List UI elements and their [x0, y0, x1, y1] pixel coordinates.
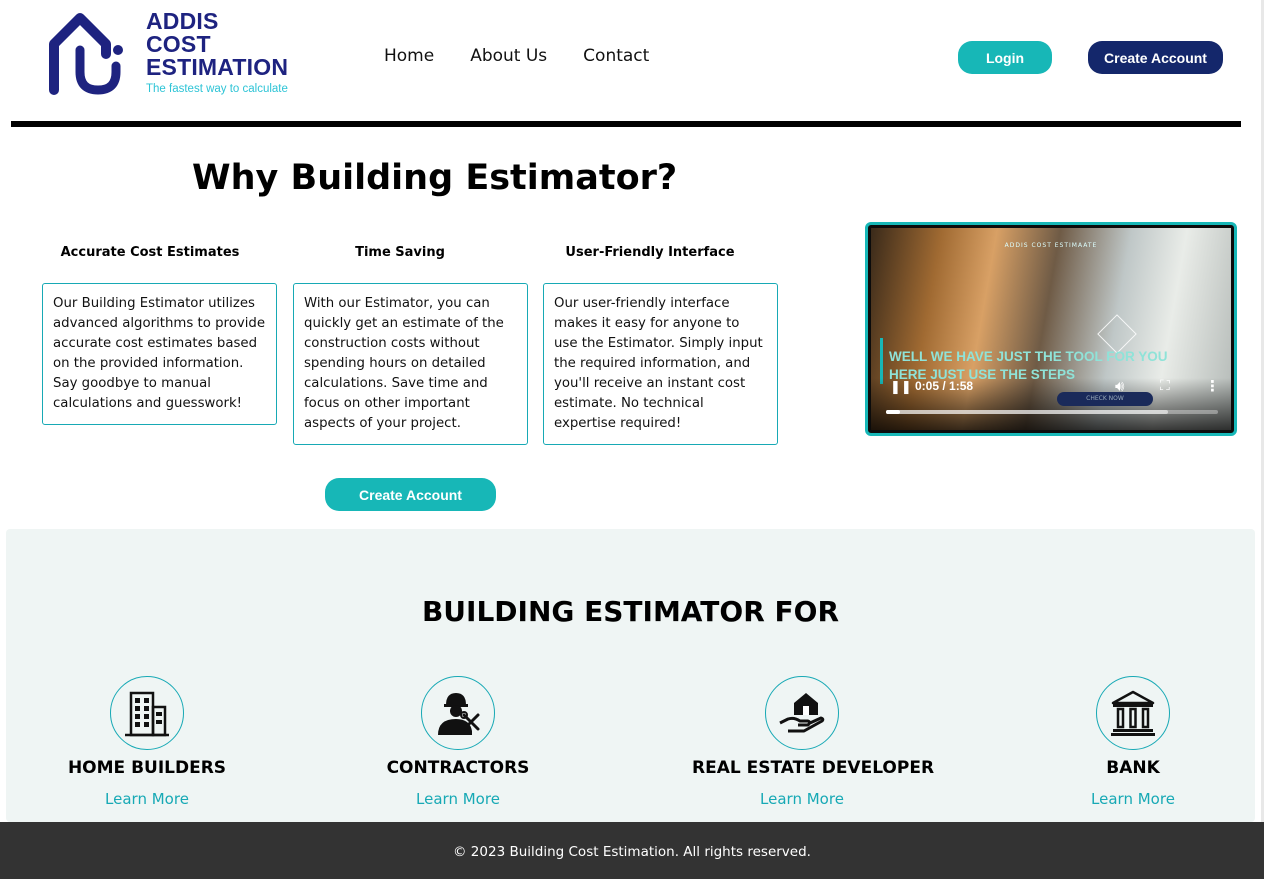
learn-more-link[interactable]: Learn More [47, 790, 247, 808]
bank-icon [1111, 690, 1155, 736]
brand-name: ADDIS COST ESTIMATION [146, 10, 288, 79]
audience-label: HOME BUILDERS [67, 758, 227, 778]
learn-more-link[interactable]: Learn More [358, 790, 558, 808]
logo-house-icon [49, 13, 123, 95]
footer-copyright: © 2023 Building Cost Estimation. All rig… [453, 844, 811, 860]
nav-contact[interactable]: Contact [583, 46, 649, 66]
nav-about-us[interactable]: About Us [470, 46, 547, 66]
video-brand-overlay: ADDIS COST ESTIMAATE [1004, 242, 1098, 249]
brand-tagline: The fastest way to calculate [146, 83, 288, 95]
audience-label: REAL ESTATE DEVELOPER [692, 758, 935, 778]
audience-icon-circle [765, 676, 839, 750]
volume-icon[interactable]: 🔊︎ [1115, 377, 1124, 395]
audience-icon-circle [110, 676, 184, 750]
house-hand-icon [779, 693, 825, 733]
why-title: Why Building Estimator? [192, 158, 678, 198]
video-progress-bar[interactable] [886, 410, 1218, 414]
feature-heading-time: Time Saving [355, 245, 445, 260]
site-header: ADDIS COST ESTIMATION The fastest way to… [0, 0, 1264, 122]
create-account-button[interactable]: Create Account [1088, 41, 1223, 74]
site-footer: © 2023 Building Cost Estimation. All rig… [0, 822, 1264, 879]
contractor-icon [438, 693, 480, 735]
learn-more-link[interactable]: Learn More [692, 790, 912, 808]
nav-home[interactable]: Home [384, 46, 434, 66]
pause-icon[interactable]: ❚❚ [890, 380, 912, 395]
audience-real-estate-developer: REAL ESTATE DEVELOPER Learn More [692, 676, 935, 808]
feature-box-accurate: Our Building Estimator utilizes advanced… [42, 283, 277, 425]
estimator-for-title: BUILDING ESTIMATOR FOR [421, 595, 840, 628]
audience-icon-circle [421, 676, 495, 750]
building-icon [125, 691, 169, 737]
video-time: 0:05 / 1:58 [915, 379, 974, 393]
video-buffer-fill [886, 410, 1169, 414]
brand-line-3: ESTIMATION [146, 54, 289, 80]
feature-box-time: With our Estimator, you can quickly get … [293, 283, 528, 445]
login-button[interactable]: Login [958, 41, 1052, 74]
estimator-for-section: BUILDING ESTIMATOR FOR HOME BUILDERS Lea… [6, 529, 1255, 822]
audience-bank: BANK Learn More [1033, 676, 1233, 808]
create-account-cta-button[interactable]: Create Account [325, 478, 496, 511]
video-check-now-pill: CHECK NOW [1057, 392, 1153, 406]
brand-logo[interactable]: ADDIS COST ESTIMATION The fastest way to… [46, 10, 326, 102]
fullscreen-icon[interactable]: ⛶ [1160, 378, 1170, 394]
audience-home-builders: HOME BUILDERS Learn More [47, 676, 247, 808]
feature-box-ui: Our user-friendly interface makes it eas… [543, 283, 778, 445]
video-thumbnail: ADDIS COST ESTIMAATE WELL WE HAVE JUST T… [871, 228, 1231, 430]
learn-more-link[interactable]: Learn More [1033, 790, 1233, 808]
header-divider [11, 121, 1241, 127]
feature-heading-ui: User-Friendly Interface [565, 245, 735, 260]
audience-icon-circle [1096, 676, 1170, 750]
more-options-icon[interactable]: ⋮ [1205, 377, 1220, 395]
video-progress-fill [886, 410, 900, 414]
audience-contractors: CONTRACTORS Learn More [358, 676, 558, 808]
brand-line-1: ADDIS [146, 8, 219, 34]
main-nav: Home About Us Contact [384, 46, 649, 66]
audience-label: CONTRACTORS [386, 758, 530, 778]
promo-video[interactable]: ADDIS COST ESTIMAATE WELL WE HAVE JUST T… [865, 222, 1237, 436]
audience-label: BANK [1106, 758, 1160, 778]
brand-line-2: COST [146, 31, 211, 57]
feature-heading-accurate: Accurate Cost Estimates [60, 245, 240, 260]
